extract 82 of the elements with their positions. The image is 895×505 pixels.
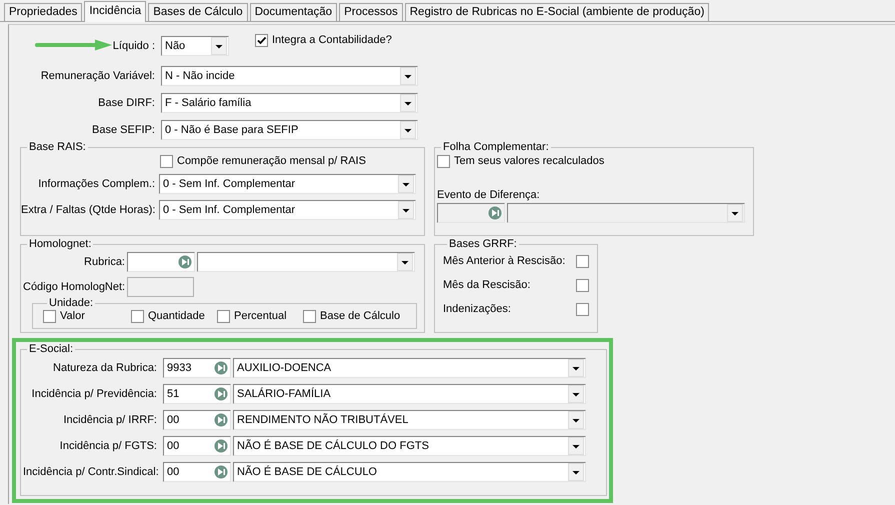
code-field[interactable]: 9933 — [163, 358, 231, 378]
checkbox[interactable] — [255, 34, 268, 46]
caret-icon[interactable] — [211, 37, 227, 55]
checkbox[interactable] — [131, 310, 144, 322]
checkbox[interactable] — [160, 154, 173, 168]
checkbox-label: Base de Cálculo — [320, 310, 400, 322]
group-title: Base RAIS: — [28, 141, 87, 153]
group-title: E-Social: — [28, 343, 74, 355]
field-label: Evento de Diferença: — [437, 189, 541, 201]
group-title: Unidade: — [48, 297, 94, 309]
dropdown[interactable]: F - Salário família — [161, 93, 418, 113]
play-circle-icon[interactable] — [178, 255, 192, 269]
code-field[interactable]: 00 — [163, 436, 231, 456]
group-title: Homolognet: — [28, 238, 92, 250]
field-label: Incidência p/ FGTS: — [58, 440, 157, 452]
play-circle-icon[interactable] — [214, 387, 228, 401]
dropdown[interactable]: RENDIMENTO NÃO TRIBUTÁVEL — [233, 410, 586, 430]
caret-icon[interactable] — [568, 385, 584, 403]
field-label: Incidência p/ IRRF: — [62, 414, 157, 426]
checkbox-label: Integra a Contabilidade? — [272, 34, 392, 46]
tab[interactable]: Processos — [339, 3, 403, 21]
dropdown[interactable]: AUXILIO-DOENCA — [233, 358, 586, 378]
caret-icon[interactable] — [568, 437, 584, 455]
checkbox[interactable] — [437, 154, 450, 168]
play-circle-icon[interactable] — [214, 413, 228, 427]
checkbox-label: Mês Anterior à Rescisão: — [443, 255, 566, 267]
checkbox-label: Mês da Rescisão: — [443, 279, 530, 291]
field-label: Extra / Faltas (Qtde Horas): — [21, 204, 155, 216]
caret-icon[interactable] — [398, 201, 414, 219]
tab[interactable]: Bases de Cálculo — [148, 3, 248, 21]
checkbox[interactable] — [576, 302, 589, 316]
field-label: Informações Complem.: — [37, 178, 155, 190]
checkbox-label: Valor — [60, 310, 85, 322]
checkbox-label: Compõe remuneração mensal p/ RAIS — [177, 155, 366, 167]
caret-icon[interactable] — [398, 175, 414, 193]
dropdown[interactable] — [197, 252, 415, 272]
dropdown[interactable]: SALÁRIO-FAMÍLIA — [233, 384, 586, 404]
checkbox[interactable] — [303, 310, 316, 322]
checkbox-label: Quantidade — [148, 310, 205, 322]
checkbox-label: Tem seus valores recalculados — [454, 155, 604, 167]
caret-icon[interactable] — [568, 359, 584, 377]
dropdown[interactable]: Não — [161, 36, 229, 56]
caret-icon[interactable] — [568, 463, 584, 481]
field-label: Incidência p/ Contr.Sindical: — [23, 466, 157, 478]
code-field[interactable] — [127, 252, 195, 272]
field-label: Base SEFIP: — [91, 124, 155, 136]
checkbox[interactable] — [217, 310, 230, 322]
field-label: Código HomologNet: — [23, 281, 125, 293]
field-label: Incidência p/ Previdência: — [30, 388, 157, 400]
play-circle-icon[interactable] — [214, 465, 228, 479]
dropdown[interactable]: 0 - Sem Inf. Complementar — [159, 174, 416, 194]
dropdown[interactable]: NÃO É BASE DE CÁLCULO — [233, 462, 586, 482]
tab[interactable]: Registro de Rubricas no E-Social (ambiente de produção) — [404, 3, 710, 21]
code-field[interactable]: 51 — [163, 384, 231, 404]
caret-icon[interactable] — [568, 411, 584, 429]
tab[interactable]: Documentação — [250, 3, 338, 21]
checkbox[interactable] — [43, 310, 56, 322]
field-label: Líquido : — [112, 40, 155, 52]
tab[interactable]: Propriedades — [4, 3, 82, 21]
play-circle-icon[interactable] — [214, 439, 228, 453]
group-title: Folha Complementar: — [442, 141, 550, 153]
field-label: Natureza da Rubrica: — [52, 362, 157, 374]
dropdown[interactable]: NÃO É BASE DE CÁLCULO DO FGTS — [233, 436, 586, 456]
field-label: Base DIRF: — [97, 97, 155, 109]
checkbox-label: Indenizações: — [443, 303, 511, 315]
checkbox-label: Percentual — [234, 310, 287, 322]
caret-icon[interactable] — [400, 94, 416, 112]
caret-icon[interactable] — [400, 121, 416, 139]
dropdown[interactable]: 0 - Não é Base para SEFIP — [161, 120, 418, 140]
group-title: Bases GRRF: — [448, 238, 518, 250]
field-label: Rubrica: — [83, 256, 125, 268]
checkbox[interactable] — [576, 278, 589, 292]
tab[interactable]: Incidência — [84, 1, 146, 22]
caret-icon[interactable] — [400, 67, 416, 85]
checkbox[interactable] — [576, 254, 589, 268]
play-circle-icon[interactable] — [214, 361, 228, 375]
code-field[interactable]: 00 — [163, 462, 231, 482]
code-field[interactable]: 00 — [163, 410, 231, 430]
caret-icon[interactable] — [397, 253, 413, 271]
field-label: Remuneração Variável: — [40, 70, 155, 82]
dropdown[interactable]: N - Não incide — [161, 66, 418, 86]
dropdown[interactable]: 0 - Sem Inf. Complementar — [159, 200, 416, 220]
